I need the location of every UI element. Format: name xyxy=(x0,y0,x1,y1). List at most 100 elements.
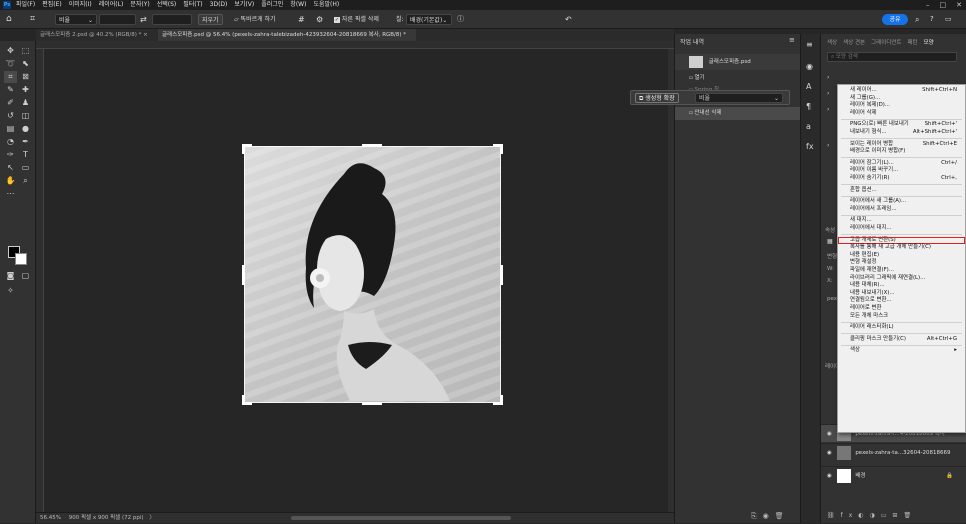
lasso-tool-icon[interactable]: ➰ xyxy=(4,58,17,70)
fill-select[interactable]: 배경(기본값)⌄ xyxy=(406,14,452,25)
history-actions[interactable]: ⎘◉🗑 xyxy=(751,512,790,521)
context-menu-item[interactable]: 내용 대체(R)... xyxy=(838,282,965,290)
context-menu-item[interactable]: 레이어 이름 바꾸기... xyxy=(838,167,965,175)
context-menu-item[interactable]: 레이어에서 프레임... xyxy=(838,206,965,214)
styles-icon[interactable]: fx xyxy=(806,142,814,151)
info-icon[interactable]: ⓘ xyxy=(457,14,464,25)
object-select-icon[interactable]: ⬉ xyxy=(19,58,32,70)
minimize-icon[interactable]: – xyxy=(926,0,930,10)
shape-group-arrow[interactable]: › xyxy=(827,142,829,149)
close-icon[interactable]: × xyxy=(143,32,148,38)
eye-icon[interactable]: ◉ xyxy=(827,450,832,456)
share-button[interactable]: 공유 xyxy=(882,14,908,25)
tab-document-1[interactable]: 글래스모피즘 2.psd @ 40.2% (RGB/8) * × xyxy=(36,29,154,41)
delete-cropped-checkbox[interactable]: ✓ 자른 픽셀 삭제 xyxy=(334,14,379,25)
swap-icon[interactable]: ⇄ xyxy=(140,14,147,25)
undo-icon[interactable]: ↶ xyxy=(565,14,572,25)
context-menu-item[interactable]: 클리핑 마스크 만들기(C) Alt+Ctrl+G xyxy=(838,336,965,344)
crop-handle[interactable] xyxy=(242,265,245,285)
brush-tool-icon[interactable]: ✐ xyxy=(4,97,17,109)
horizontal-scrollbar[interactable] xyxy=(291,516,511,520)
context-menu-item[interactable]: 변형 재설정 xyxy=(838,259,965,267)
canvas-area[interactable] xyxy=(44,49,674,512)
rectangle-tool-icon[interactable]: ▭ xyxy=(19,162,32,174)
context-menu-item[interactable]: 레이어에서 대지... xyxy=(838,225,965,233)
panel-tab[interactable]: 그레이디언트 xyxy=(871,38,901,46)
hand-tool-icon[interactable]: ✋ xyxy=(4,175,17,187)
path-select-icon[interactable]: ↖ xyxy=(4,162,17,174)
panel-menu-icon[interactable]: ≡ xyxy=(806,40,813,49)
straighten-button[interactable]: ⏥ 똑바르게 하기 xyxy=(234,14,276,25)
pen-tool-2-icon[interactable]: ✑ xyxy=(4,149,17,161)
menu-item[interactable]: 도움말(H) xyxy=(313,0,339,10)
ratio-select[interactable]: 비율 ⌄ xyxy=(55,14,97,25)
history-panel-title[interactable]: 작업 내역 xyxy=(680,37,704,46)
panel-menu-icon[interactable]: ≡ xyxy=(789,36,795,44)
generative-expand-button[interactable]: ⧉ 생성형 확장 xyxy=(635,93,679,103)
dodge-tool-icon[interactable]: ◔ xyxy=(4,136,17,148)
context-menu-item[interactable]: 레이어로 변환 xyxy=(838,305,965,313)
history-item-selected[interactable]: ▫ 안내선 삭제 xyxy=(675,107,801,120)
shape-group-arrow[interactable]: › xyxy=(827,74,829,81)
workspace-icon[interactable]: ▭ xyxy=(945,14,952,25)
glyphs-icon[interactable]: a xyxy=(806,122,811,131)
menu-item[interactable]: 필터(T) xyxy=(183,0,202,10)
help-icon[interactable]: ? xyxy=(930,14,934,25)
shape-group-arrow[interactable]: › xyxy=(827,90,829,97)
context-menu-item[interactable]: 새 레이어... Shift+Ctrl+N xyxy=(838,87,965,95)
context-menu-item[interactable]: 레이어 복제(D)... xyxy=(838,102,965,110)
screen-mode-icon[interactable]: ▢ xyxy=(19,270,32,282)
layer-row[interactable]: ◉ pexels-zahra-ta...32604-20818669 xyxy=(821,443,966,461)
context-menu-item[interactable]: 색상 ▸ xyxy=(838,347,965,355)
crop-handle[interactable] xyxy=(500,265,503,285)
healing-brush-icon[interactable]: ✚ xyxy=(19,84,32,96)
gradient-tool-icon[interactable]: ▤ xyxy=(4,123,17,135)
menu-item[interactable]: 3D(D) xyxy=(210,0,228,10)
generative-ratio-select[interactable]: 비율 ⌄ xyxy=(695,93,783,103)
layer-row[interactable]: ◉ 배경 🔒 xyxy=(821,466,966,484)
eye-icon[interactable]: ◉ xyxy=(827,473,832,479)
crop-tool-icon[interactable]: ⌗ xyxy=(4,71,17,83)
menu-item[interactable]: 창(W) xyxy=(290,0,306,10)
context-menu-item[interactable]: 새 대지... xyxy=(838,217,965,225)
edit-toolbar-icon[interactable]: ✧ xyxy=(4,285,17,297)
context-menu-item[interactable]: 레이어에서 새 그룹(A)... xyxy=(838,198,965,206)
history-snapshot[interactable]: 글래스모피즘.psd xyxy=(675,54,801,70)
context-menu-item[interactable]: 파일에 재연결(F)... xyxy=(838,267,965,275)
layer-actions[interactable]: ⛓fx◐◑▭⊞🗑 xyxy=(827,512,917,519)
background-color-swatch[interactable] xyxy=(15,253,27,265)
context-menu-item[interactable]: PNG으(로) 빠른 내보내기 Shift+Ctrl+' xyxy=(838,121,965,129)
crop-handle[interactable] xyxy=(242,395,252,405)
crop-box[interactable] xyxy=(244,146,501,403)
context-menu-item[interactable]: 연결됨으로 변환... xyxy=(838,297,965,305)
menu-item[interactable]: 보기(V) xyxy=(234,0,254,10)
context-menu-item[interactable]: 내보내기 형식... Alt+Shift+Ctrl+' xyxy=(838,129,965,137)
context-menu-item[interactable]: 레이어 래스터화(L) xyxy=(838,324,965,332)
panel-tab[interactable]: 모양 xyxy=(924,38,934,46)
more-tools-icon[interactable]: ⋯ xyxy=(4,188,17,200)
context-menu-item[interactable]: 레이어 삭제 xyxy=(838,110,965,118)
pen-tool-icon[interactable]: ✒ xyxy=(19,136,32,148)
type-tool-icon[interactable]: T xyxy=(19,149,32,161)
marquee-tool-icon[interactable]: ⬚ xyxy=(19,45,32,57)
stamp-tool-icon[interactable]: ♟ xyxy=(19,97,32,109)
context-menu-item[interactable]: 모든 개체 마스크 xyxy=(838,313,965,321)
home-icon[interactable]: ⌂ xyxy=(6,14,12,25)
context-menu-item[interactable]: 레이어 숨기기(R) Ctrl+, xyxy=(838,175,965,183)
shape-search-input[interactable]: ⌕ 모양 검색 xyxy=(827,52,957,62)
tab-document-2[interactable]: 글래스모피즘.psd @ 56.4% (pexels-zahra-talebiz… xyxy=(158,29,416,50)
character-icon[interactable]: A xyxy=(806,82,811,91)
eyedropper-icon[interactable]: ✎ xyxy=(4,84,17,96)
search-icon[interactable]: ⌕ xyxy=(915,14,919,25)
context-menu-item[interactable]: 혼합 옵션... xyxy=(838,187,965,195)
eye-icon[interactable]: ◉ xyxy=(827,431,832,437)
context-menu-item[interactable]: 복사를 통해 새 고급 개체 만들기(C) xyxy=(838,244,965,252)
close-icon[interactable]: ✕ xyxy=(956,0,962,10)
photoshop-logo[interactable]: Ps xyxy=(3,1,11,9)
status-menu-icon[interactable]: 〉 xyxy=(149,515,155,521)
gear-icon[interactable]: ⚙ xyxy=(316,14,323,25)
history-brush-icon[interactable]: ↺ xyxy=(4,110,17,122)
eraser-icon[interactable]: ◫ xyxy=(19,110,32,122)
paragraph-icon[interactable]: ¶ xyxy=(806,102,811,111)
menu-item[interactable]: 선택(S) xyxy=(157,0,177,10)
